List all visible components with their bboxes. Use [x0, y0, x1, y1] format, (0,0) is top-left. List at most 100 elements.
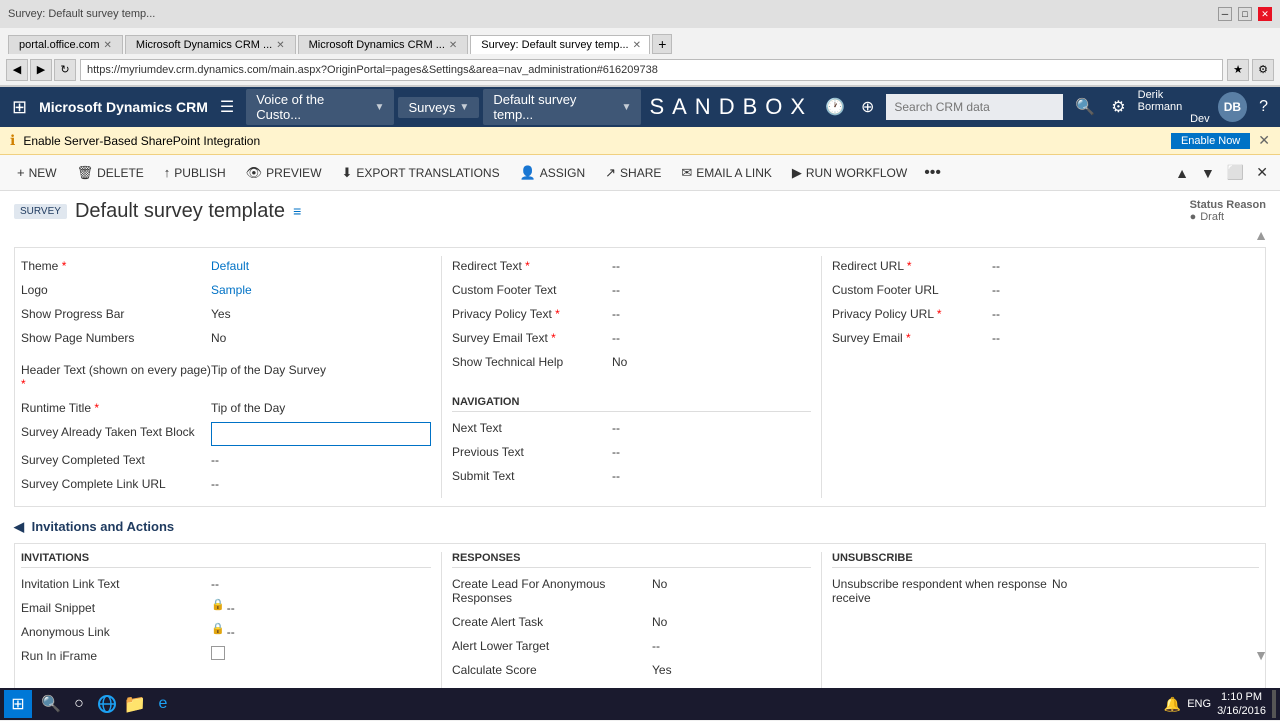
delete-button[interactable]: 🗑 DELETE [68, 160, 153, 186]
runtime-title-row: Runtime Title * Tip of the Day [21, 398, 431, 418]
taskbar-search[interactable]: 🔍 [38, 691, 64, 717]
anonymous-link-label: Anonymous Link [21, 622, 211, 642]
tab-survey-close[interactable]: ✕ [633, 40, 641, 51]
taskbar-file-explorer[interactable]: 📁 [122, 691, 148, 717]
tab-portal-close[interactable]: ✕ [104, 40, 112, 51]
taskbar-date-display: 3/16/2016 [1217, 704, 1266, 718]
favorites-btn[interactable]: ★ [1227, 59, 1249, 81]
create-lead-value: No [652, 574, 667, 594]
user-menu[interactable]: Derik Bormann Dev [1138, 89, 1210, 125]
theme-label: Theme * [21, 256, 211, 276]
preview-button[interactable]: 👁 PREVIEW [237, 160, 331, 186]
custom-footer-text-value: -- [612, 280, 620, 300]
user-role: Dev [1190, 113, 1210, 125]
next-text-value: -- [612, 418, 620, 438]
publish-button[interactable]: ↑ PUBLISH [155, 160, 235, 185]
invitations-section-header[interactable]: ◀ Invitations and Actions [14, 519, 1266, 535]
taskbar-show-desktop[interactable] [1272, 690, 1276, 718]
breadcrumb-voice[interactable]: Voice of the Custo... ▼ [246, 89, 394, 125]
submit-text-row: Submit Text -- [452, 466, 811, 486]
survey-badge[interactable]: SURVEY [14, 204, 67, 219]
logo-value[interactable]: Sample [211, 280, 252, 300]
taskbar-time-display: 1:10 PM [1217, 690, 1266, 704]
form-container: SURVEY Default survey template ≡ Status … [0, 191, 1280, 693]
more-commands-button[interactable]: ••• [918, 160, 947, 186]
help-icon[interactable]: ? [1255, 94, 1272, 120]
email-link-label: EMAIL A LINK [696, 166, 772, 180]
taskbar-cortana[interactable]: ○ [66, 691, 92, 717]
form-title-edit-icon[interactable]: ≡ [293, 203, 301, 219]
waffle-icon[interactable]: ⊞ [8, 93, 31, 122]
show-page-numbers-value: No [211, 328, 226, 348]
breadcrumb-template-chevron: ▼ [622, 102, 632, 113]
settings-icon[interactable]: ⚙ [1107, 93, 1129, 121]
export-translations-button[interactable]: ⬇ EXPORT TRANSLATIONS [333, 160, 509, 186]
minimize-btn[interactable]: ─ [1218, 7, 1232, 21]
header-text-section: Header Text (shown on every page) * Tip … [21, 360, 431, 494]
header-required: * [21, 377, 26, 391]
logo-label: Logo [21, 280, 211, 300]
breadcrumb-template[interactable]: Default survey temp... ▼ [483, 89, 641, 125]
middle-column: Redirect Text * -- Custom Footer Text --… [441, 256, 821, 498]
email-icon: ✉ [681, 165, 692, 181]
tab-crm1-label: Microsoft Dynamics CRM ... [136, 39, 272, 51]
alert-close-icon[interactable]: ✕ [1258, 132, 1270, 149]
custom-footer-url-value: -- [992, 280, 1000, 300]
tab-crm2-close[interactable]: ✕ [449, 40, 457, 51]
expand-button[interactable]: ⬜ [1223, 162, 1248, 183]
user-avatar[interactable]: DB [1218, 92, 1247, 122]
tab-crm1[interactable]: Microsoft Dynamics CRM ... ✕ [125, 35, 296, 54]
scroll-down-button[interactable]: ▼ [1197, 163, 1219, 183]
new-button[interactable]: + NEW [8, 160, 66, 185]
search-icon[interactable]: 🔍 [1071, 93, 1099, 121]
share-button[interactable]: ↗ SHARE [596, 160, 670, 186]
new-label: NEW [29, 166, 57, 180]
scroll-up-button[interactable]: ▲ [1171, 163, 1193, 183]
taskbar-edge[interactable]: e [150, 691, 176, 717]
breadcrumb-surveys[interactable]: Surveys ▼ [398, 97, 479, 118]
email-link-button[interactable]: ✉ EMAIL A LINK [672, 160, 781, 186]
tab-portal[interactable]: portal.office.com ✕ [8, 35, 123, 54]
runtime-title-label: Runtime Title * [21, 398, 211, 418]
navigation-section: NAVIGATION Next Text -- Previous Text --… [452, 396, 811, 486]
forward-btn[interactable]: ▶ [30, 59, 52, 81]
show-page-numbers-label: Show Page Numbers [21, 328, 211, 348]
share-label: SHARE [620, 166, 661, 180]
address-bar[interactable]: https://myriumdev.crm.dynamics.com/main.… [80, 59, 1223, 81]
close-btn[interactable]: ✕ [1258, 7, 1272, 21]
nav-breadcrumb: Voice of the Custo... ▼ Surveys ▼ Defaul… [246, 89, 641, 125]
theme-value[interactable]: Default [211, 256, 249, 276]
run-workflow-label: RUN WORKFLOW [806, 166, 907, 180]
taskbar-right: 🔔 ENG 1:10 PM 3/16/2016 [1164, 690, 1276, 719]
show-progress-label: Show Progress Bar [21, 304, 211, 324]
tab-crm2[interactable]: Microsoft Dynamics CRM ... ✕ [298, 35, 469, 54]
status-label: Status Reason [1190, 199, 1266, 211]
browser-titlebar: Survey: Default survey temp... ─ □ ✕ [0, 0, 1280, 28]
recent-icon[interactable]: 🕐 [821, 93, 849, 121]
menu-icon[interactable]: ☰ [216, 93, 238, 121]
form-nav-right: ▲ ▼ ⬜ ✕ [1171, 162, 1272, 183]
tools-btn[interactable]: ⚙ [1252, 59, 1274, 81]
new-tab-btn[interactable]: + [652, 34, 672, 54]
invitations-arrow-icon: ◀ [14, 519, 24, 534]
responses-sub-header: RESPONSES [452, 552, 811, 568]
create-alert-task-value: No [652, 612, 667, 632]
survey-already-taken-row: Survey Already Taken Text Block [21, 422, 431, 446]
search-input[interactable] [886, 94, 1063, 120]
start-button[interactable]: ⊞ [4, 690, 32, 718]
back-btn[interactable]: ◀ [6, 59, 28, 81]
run-workflow-button[interactable]: ▶ RUN WORKFLOW [783, 160, 916, 186]
survey-email-text-value: -- [612, 328, 620, 348]
refresh-btn[interactable]: ↻ [54, 59, 76, 81]
survey-already-taken-input[interactable] [211, 422, 431, 446]
restore-btn[interactable]: □ [1238, 7, 1252, 21]
taskbar-notification-icon[interactable]: 🔔 [1164, 696, 1181, 713]
privacy-url-required: * [937, 307, 942, 321]
add-icon[interactable]: ⊕ [857, 93, 878, 121]
taskbar-ie[interactable] [94, 691, 120, 717]
tab-survey[interactable]: Survey: Default survey temp... ✕ [470, 35, 650, 54]
assign-button[interactable]: 👤 ASSIGN [511, 160, 595, 186]
tab-crm1-close[interactable]: ✕ [276, 40, 284, 51]
close-form-button[interactable]: ✕ [1252, 162, 1272, 183]
enable-now-button[interactable]: Enable Now [1171, 133, 1250, 149]
